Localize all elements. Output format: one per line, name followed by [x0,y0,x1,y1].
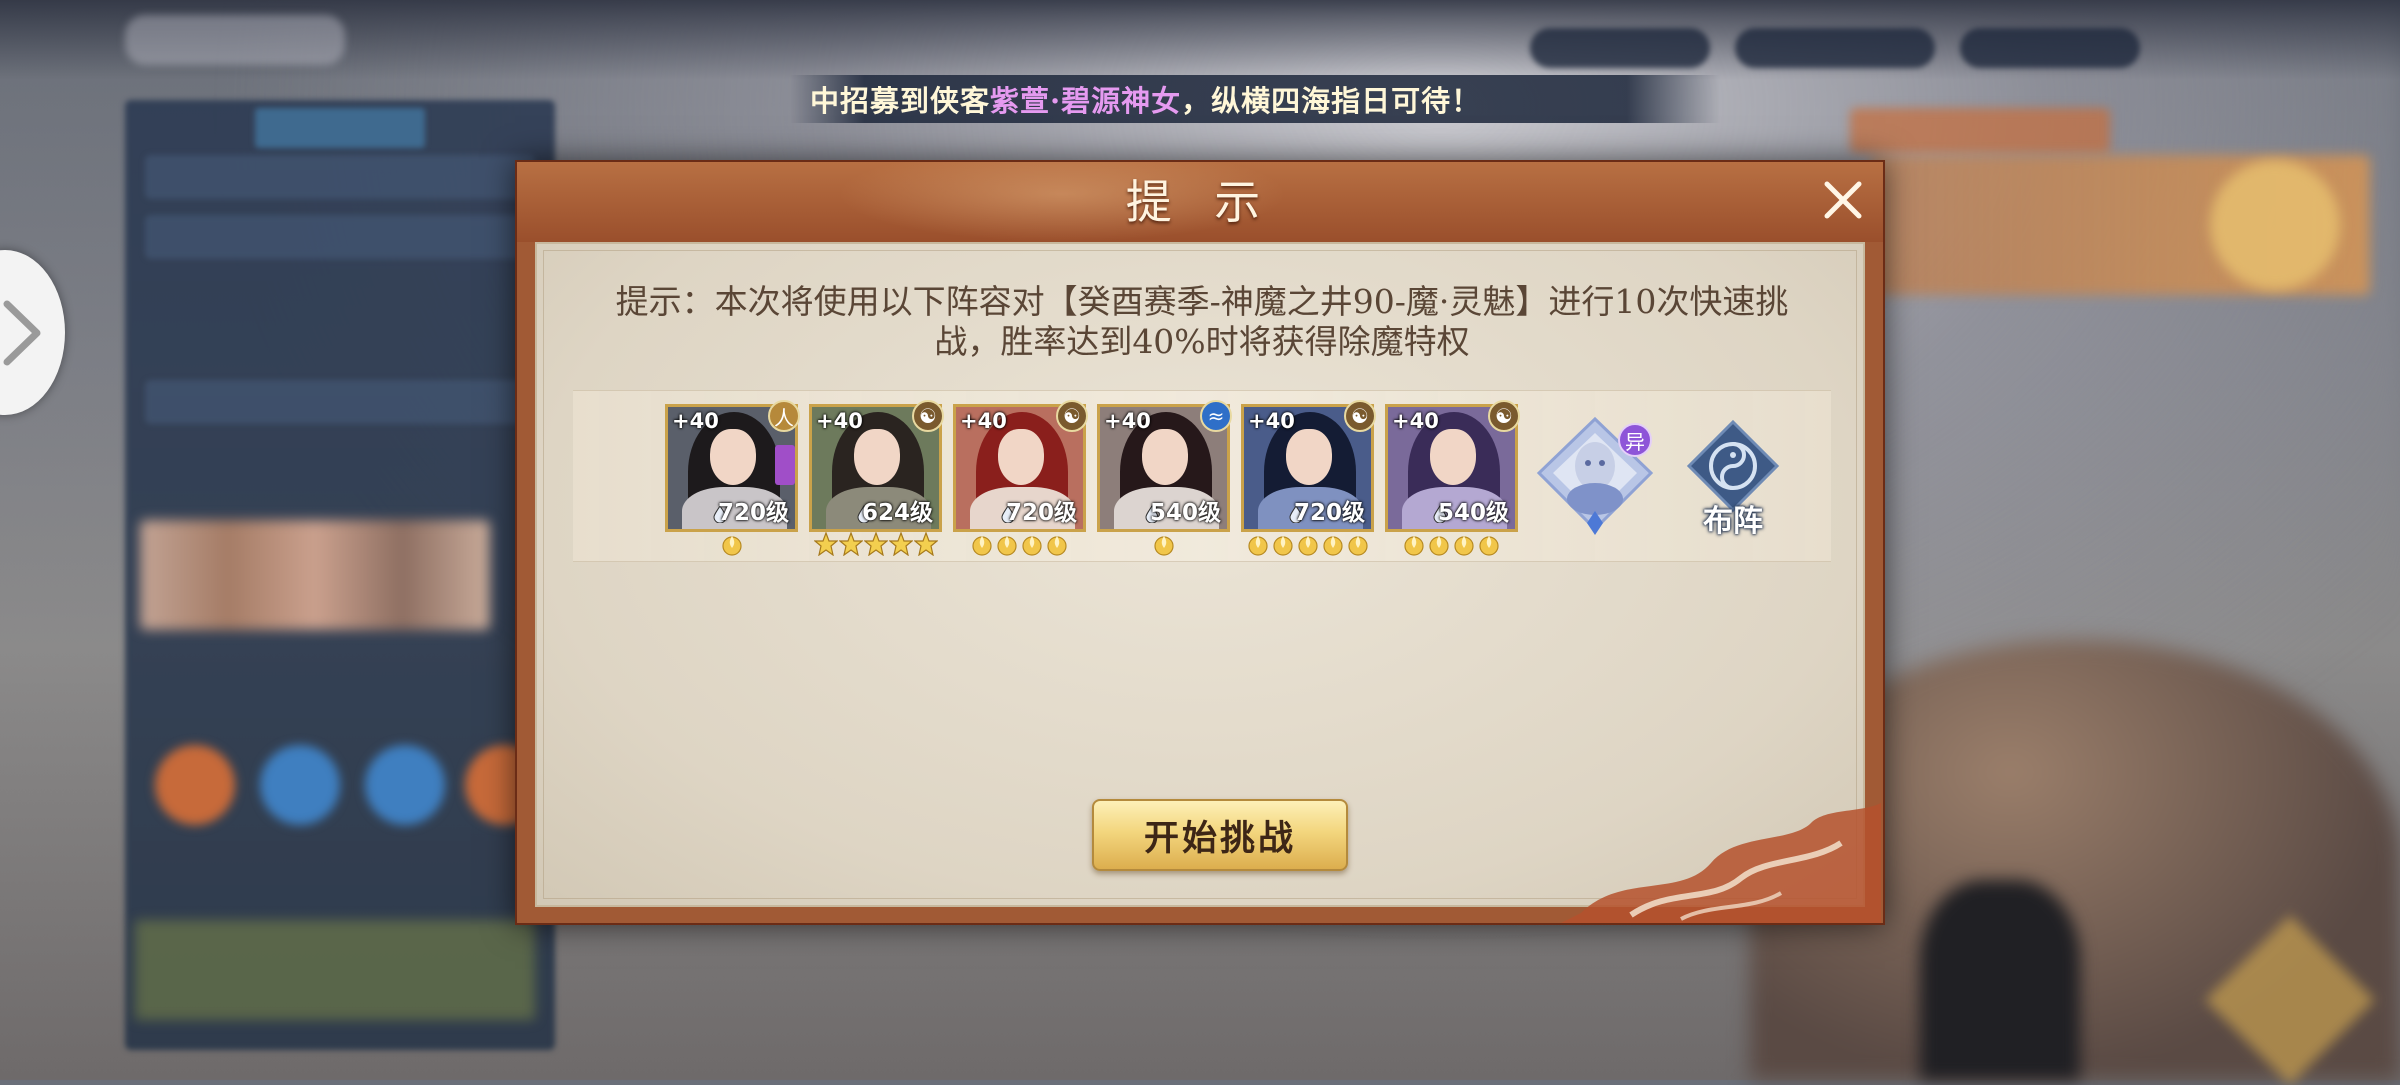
hero-enhance-level: +40 [1392,409,1439,433]
hero-star-rating [1097,532,1230,556]
pet-tag-text: 异 [1625,429,1645,454]
formation-button[interactable]: 布阵 [1683,419,1783,539]
yinyang-badge-icon: ☯ [1344,400,1376,432]
flame-star-icon [997,536,1017,556]
flame-star-icon [1454,536,1474,556]
hero-slot[interactable]: +40 624级 ☯ [809,400,944,556]
hero-side-tag [775,445,795,485]
flame-star-icon [721,536,742,556]
announcement-text: 中招募到侠客紫萱·碧源神女，纵横四海指日可待！ [810,78,1481,120]
team-lineup: +40 720级 人 +40 624级 ☯ +40 720级 ☯ +40 540级 ≈ +40 720级 ☯… [573,390,1831,562]
yinyang-badge-icon: ☯ [1056,400,1088,432]
star-icon [813,532,838,556]
announcement-marquee: 中招募到侠客紫萱·碧源神女，纵横四海指日可待！ [790,75,1720,123]
yinyang-badge-icon: ☯ [1488,400,1520,432]
start-challenge-button[interactable]: 开始挑战 [1092,799,1348,871]
flame-star-icon [1022,536,1042,556]
hero-star-rating [809,532,942,556]
hero-enhance-level: +40 [672,409,719,433]
tip-dialog: 提 示 提示：本次将使用以下阵容对【癸酉赛季-神魔之井90-魔·灵魅】进行10次… [515,160,1885,925]
hero-level: 540级 [1149,500,1221,526]
hero-level: 624级 [861,500,933,526]
flame-star-icon [1347,536,1368,556]
close-button[interactable] [1817,174,1869,226]
hero-enhance-level: +40 [816,409,863,433]
flame-star-icon [1247,536,1268,556]
hero-slot[interactable]: +40 540级 ≈ [1097,400,1232,556]
pet-slot[interactable]: 异 [1533,411,1658,536]
hero-level: 720级 [717,500,789,526]
hero-level: 720级 [1293,500,1365,526]
flame-star-icon [1153,536,1174,556]
hero-level: 540级 [1437,500,1509,526]
dialog-header: 提 示 [517,162,1883,242]
announcement-prefix: 中招募到侠客 [810,84,991,118]
chevron-right-icon [3,300,41,365]
hero-slot[interactable]: +40 720级 ☯ [953,400,1088,556]
flame-star-icon [1272,536,1293,556]
flame-star-icon [1404,536,1424,556]
pet-tag-badge: 异 [1618,423,1652,457]
hero-slot[interactable]: +40 720级 人 [665,400,800,556]
hero-star-rating [1385,532,1518,556]
hero-level: 720级 [1005,500,1077,526]
hero-slot[interactable]: +40 540级 ☯ [1385,400,1520,556]
hero-star-rating [1241,532,1374,556]
star-icon [888,532,913,556]
hero-enhance-level: +40 [1248,409,1295,433]
cloud-decoration [1561,803,1881,923]
hero-star-rating [665,532,798,556]
hero-slot[interactable]: +40 720级 ☯ [1241,400,1376,556]
flame-star-icon [972,536,992,556]
close-icon [1824,181,1862,219]
flame-star-icon [1429,536,1449,556]
formation-label: 布阵 [1703,504,1763,539]
star-icon [913,532,938,556]
flame-star-icon [1297,536,1318,556]
announcement-suffix: ，纵横四海指日可待！ [1181,84,1482,118]
hero-star-rating [953,532,1086,556]
flame-star-icon [1047,536,1067,556]
star-icon [863,532,888,556]
hero-enhance-level: +40 [1104,409,1151,433]
human-badge-icon: 人 [768,400,800,432]
dialog-body: 提示：本次将使用以下阵容对【癸酉赛季-神魔之井90-魔·灵魅】进行10次快速挑战… [535,242,1881,923]
dialog-title: 提 示 [1125,175,1275,229]
water-badge-icon: ≈ [1200,400,1232,432]
yinyang-badge-icon: ☯ [912,400,944,432]
flame-star-icon [1322,536,1343,556]
star-icon [838,532,863,556]
announcement-hero-name: 紫萱·碧源神女 [990,84,1182,118]
flame-star-icon [1479,536,1499,556]
tip-message: 提示：本次将使用以下阵容对【癸酉赛季-神魔之井90-魔·灵魅】进行10次快速挑战… [615,282,1789,361]
hero-enhance-level: +40 [960,409,1007,433]
